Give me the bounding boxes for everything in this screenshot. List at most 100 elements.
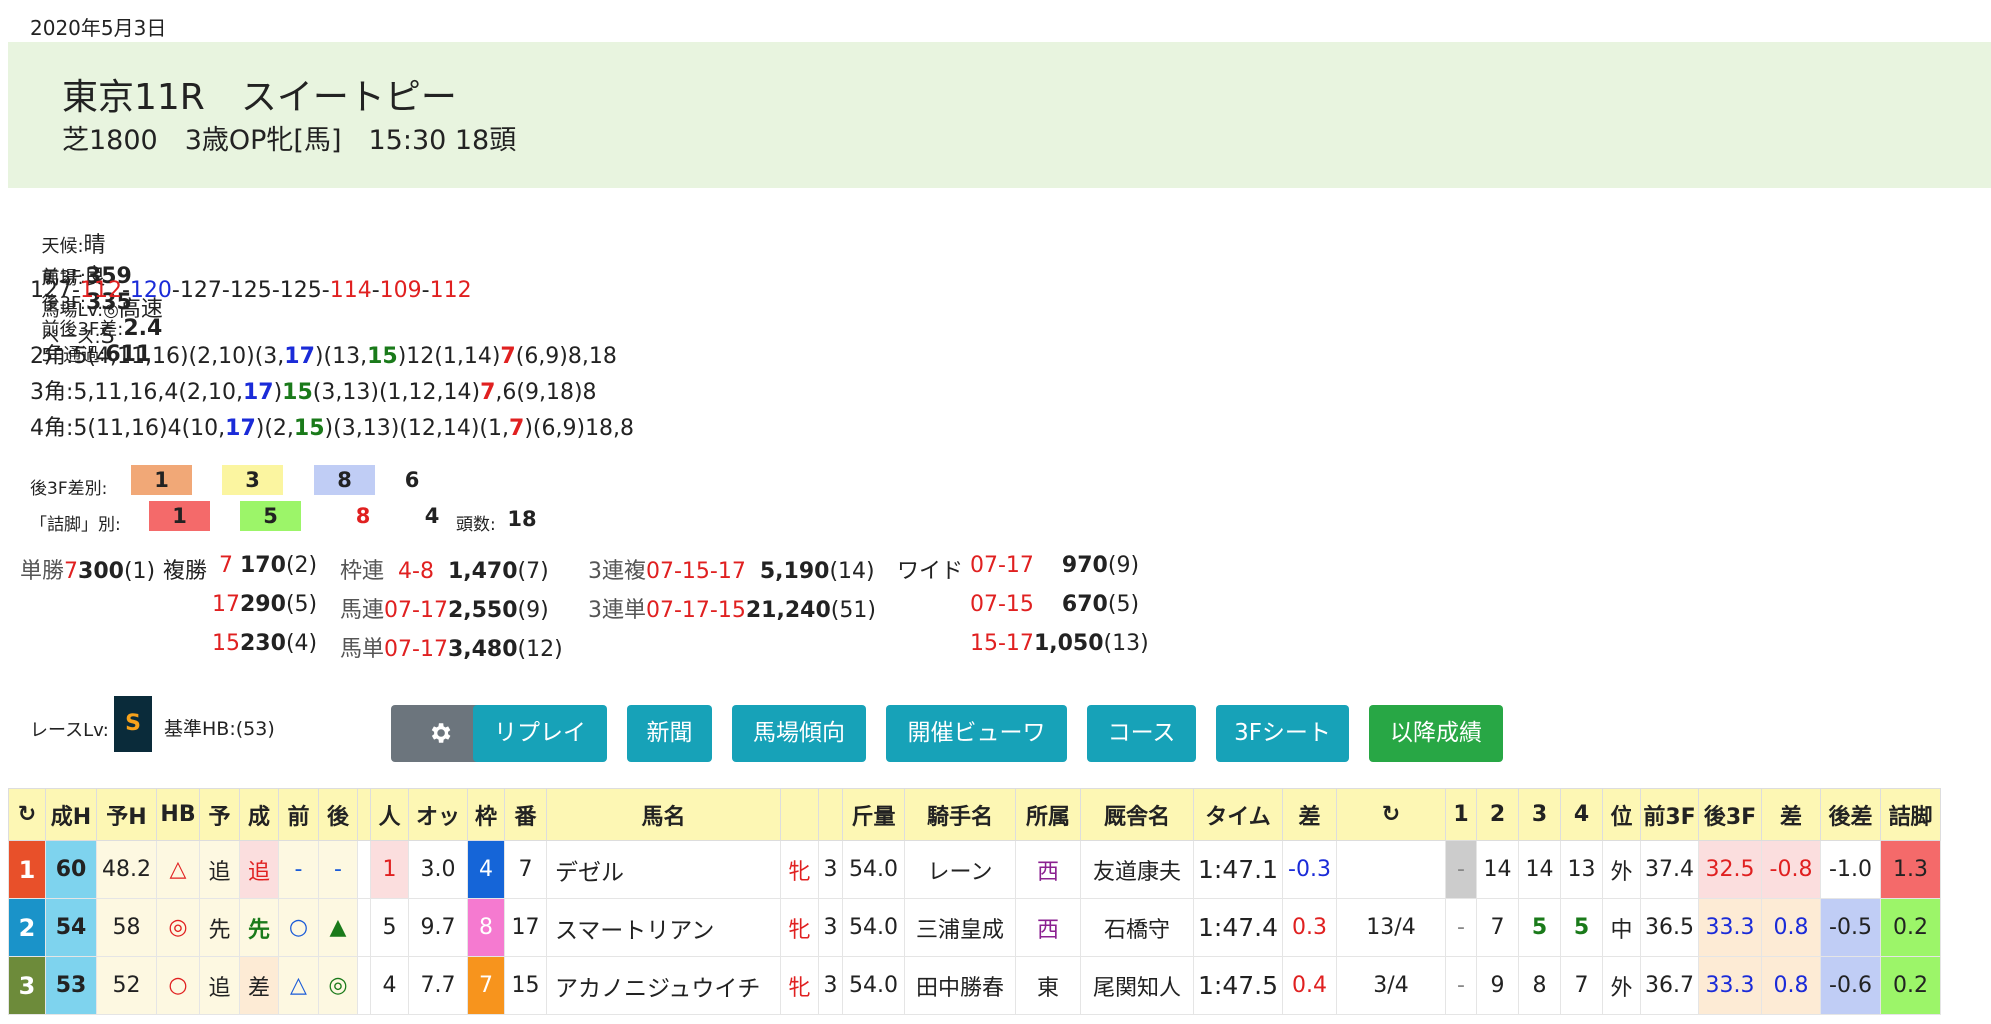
track-trend-button[interactable]: 馬場傾向 xyxy=(732,705,866,762)
results-table: ↻ 成H 予H HB 予成前後人オッ枠番馬名 斤量 騎手名 所属 厩舎名 タイム差 ↻ 1 2 3 4 位前3… xyxy=(8,788,1941,1015)
spacer-cell xyxy=(357,840,371,899)
corner-order-part: )(6,9)18,8 xyxy=(524,416,635,441)
corner-2: 2角:5(4,11,16)(2,10)(3,17)(13,15)12(1,14)… xyxy=(30,338,617,370)
wide-payout-3: 15-171,050(13) xyxy=(970,631,1149,656)
first3f-cell: 37.4 xyxy=(1640,840,1699,899)
column-header: 予 xyxy=(199,788,240,841)
race-level-badge: S xyxy=(114,696,152,752)
horse-name[interactable]: スマートリアン xyxy=(546,898,781,957)
table-row[interactable]: 3 53 52 ○ 追差 △ ◎ 4 7.7 7 15 アカノニジュウイチ牝 3 54.0 田中勝春東尾関知… xyxy=(8,956,1941,1015)
column-header: 予H xyxy=(96,788,157,841)
seiH-cell: 60 xyxy=(45,840,97,899)
race-header: 東京11R スイートピー 芝1800 3歳OP牝[馬] 15:30 18頭 xyxy=(8,42,1991,188)
column-header: オッ xyxy=(408,788,468,841)
time-diff: -0.3 xyxy=(1282,840,1337,899)
last3f-cell: 33.3 xyxy=(1698,956,1762,1015)
gear-icon xyxy=(431,723,451,743)
finish-time: 1:47.1 xyxy=(1193,840,1283,899)
mae-mark: ○ xyxy=(278,898,319,957)
table-row[interactable]: 2 54 58 ◎ 先先 ○ ▲ 5 9.7 8 17 スマートリアン牝 3 54.0 三浦皇成西石橋守 1:… xyxy=(8,898,1941,957)
corner-label: 4角: xyxy=(30,416,74,441)
rank-chip: 4 xyxy=(424,504,440,528)
mae-mark: △ xyxy=(278,956,319,1015)
jockey-name: 田中勝春 xyxy=(904,956,1016,1015)
corner-order-part: 15 xyxy=(367,344,398,369)
replay-button[interactable]: リプレイ xyxy=(473,705,607,762)
lap-value: 127 xyxy=(30,278,72,303)
weight-cell: 54.0 xyxy=(842,956,905,1015)
wide-payout-2: 07-15 670(5) xyxy=(970,592,1140,617)
jockey-name: レーン xyxy=(904,840,1016,899)
corner1-cell: - xyxy=(1445,956,1477,1015)
margin-cell: 3/4 xyxy=(1336,956,1446,1015)
trainer-name: 尾関知人 xyxy=(1080,956,1194,1015)
column-header: 斤量 xyxy=(842,788,905,841)
tsume-cell: 0.2 xyxy=(1880,898,1941,957)
later-results-button[interactable]: 以降成績 xyxy=(1369,705,1503,762)
corner-3: 3角:5,11,16,4(2,10,17)15(3,13)(1,12,14)7,… xyxy=(30,374,597,406)
popularity-cell: 1 xyxy=(370,840,409,899)
trainer-name: 石橋守 xyxy=(1080,898,1194,957)
newspaper-button[interactable]: 新聞 xyxy=(627,705,712,762)
time-diff: 0.4 xyxy=(1282,956,1337,1015)
horse-number: 15 xyxy=(504,956,547,1015)
fukusho-payout-1: 7 170(2) xyxy=(219,553,318,578)
fukusho-label: 複勝 xyxy=(163,559,208,584)
meeting-viewer-button[interactable]: 開催ビューワ xyxy=(886,705,1067,762)
lap-value: 112 xyxy=(79,278,122,303)
margin-cell xyxy=(1336,840,1446,899)
corner-label: 3角: xyxy=(30,380,74,405)
horse-name[interactable]: アカノニジュウイチ xyxy=(546,956,781,1015)
corner2-cell: 14 xyxy=(1476,840,1519,899)
popularity-cell: 5 xyxy=(370,898,409,957)
corner1-cell: - xyxy=(1445,898,1477,957)
column-header: 後差 xyxy=(1820,788,1881,841)
column-header: 前3F xyxy=(1640,788,1699,841)
corner3-cell: 14 xyxy=(1518,840,1561,899)
sheet3f-button[interactable]: 3Fシート xyxy=(1216,705,1349,762)
last3f-diff: -0.8 xyxy=(1761,840,1821,899)
yo-style: 追 xyxy=(199,840,240,899)
horse-name[interactable]: デゼル xyxy=(546,840,781,899)
corner2-cell: 9 xyxy=(1476,956,1519,1015)
column-header: 4 xyxy=(1560,788,1603,841)
hb-mark: ◎ xyxy=(156,898,200,957)
column-header: 所属 xyxy=(1015,788,1081,841)
corner-order-part: (6,9)8,18 xyxy=(515,344,617,369)
column-header: 詰脚 xyxy=(1880,788,1941,841)
age-cell: 3 xyxy=(818,898,843,957)
column-header: 枠 xyxy=(467,788,505,841)
corner-order-part: )(3,13)(12,14)(1, xyxy=(324,416,510,441)
table-row[interactable]: 1 60 48.2 △ 追追 - -1 3.0 4 7 デゼル牝 3 54.0 レーン西友道康夫 1:47.… xyxy=(8,840,1941,899)
column-header[interactable]: ↻ xyxy=(1336,788,1446,841)
column-header xyxy=(818,788,843,841)
last3f-cell: 33.3 xyxy=(1698,898,1762,957)
ato-mark: ▲ xyxy=(318,898,358,957)
umaren-payout: 馬連07-172,550(9) xyxy=(340,598,549,623)
position-cell: 外 xyxy=(1602,840,1641,899)
waku-cell: 7 xyxy=(467,956,505,1015)
popularity-cell: 4 xyxy=(370,956,409,1015)
ato-mark: - xyxy=(318,840,358,899)
corner-order-part: 5,11,16,4(2,10, xyxy=(73,380,243,405)
wide-label: ワイド xyxy=(897,559,964,584)
waku-cell: 8 xyxy=(467,898,505,957)
first3f-cell: 36.7 xyxy=(1640,956,1699,1015)
corner3-cell: 5 xyxy=(1518,898,1561,957)
lap-value: 120 xyxy=(129,278,172,303)
column-header: 人 xyxy=(370,788,409,841)
column-header: 差 xyxy=(1761,788,1821,841)
corner4-cell: 7 xyxy=(1560,956,1603,1015)
column-header[interactable]: ↻ xyxy=(8,788,46,841)
column-header: 後3F xyxy=(1698,788,1762,841)
finish-time: 1:47.5 xyxy=(1193,956,1283,1015)
column-header: 位 xyxy=(1602,788,1641,841)
lap-value: 109 xyxy=(379,278,422,303)
race-level-label: レースLv: xyxy=(30,720,109,741)
column-header: 1 xyxy=(1445,788,1477,841)
lap-value: 114 xyxy=(329,278,372,303)
column-header: 3 xyxy=(1518,788,1561,841)
course-button[interactable]: コース xyxy=(1087,705,1196,762)
horse-number: 7 xyxy=(504,840,547,899)
sei-style: 先 xyxy=(239,898,279,957)
